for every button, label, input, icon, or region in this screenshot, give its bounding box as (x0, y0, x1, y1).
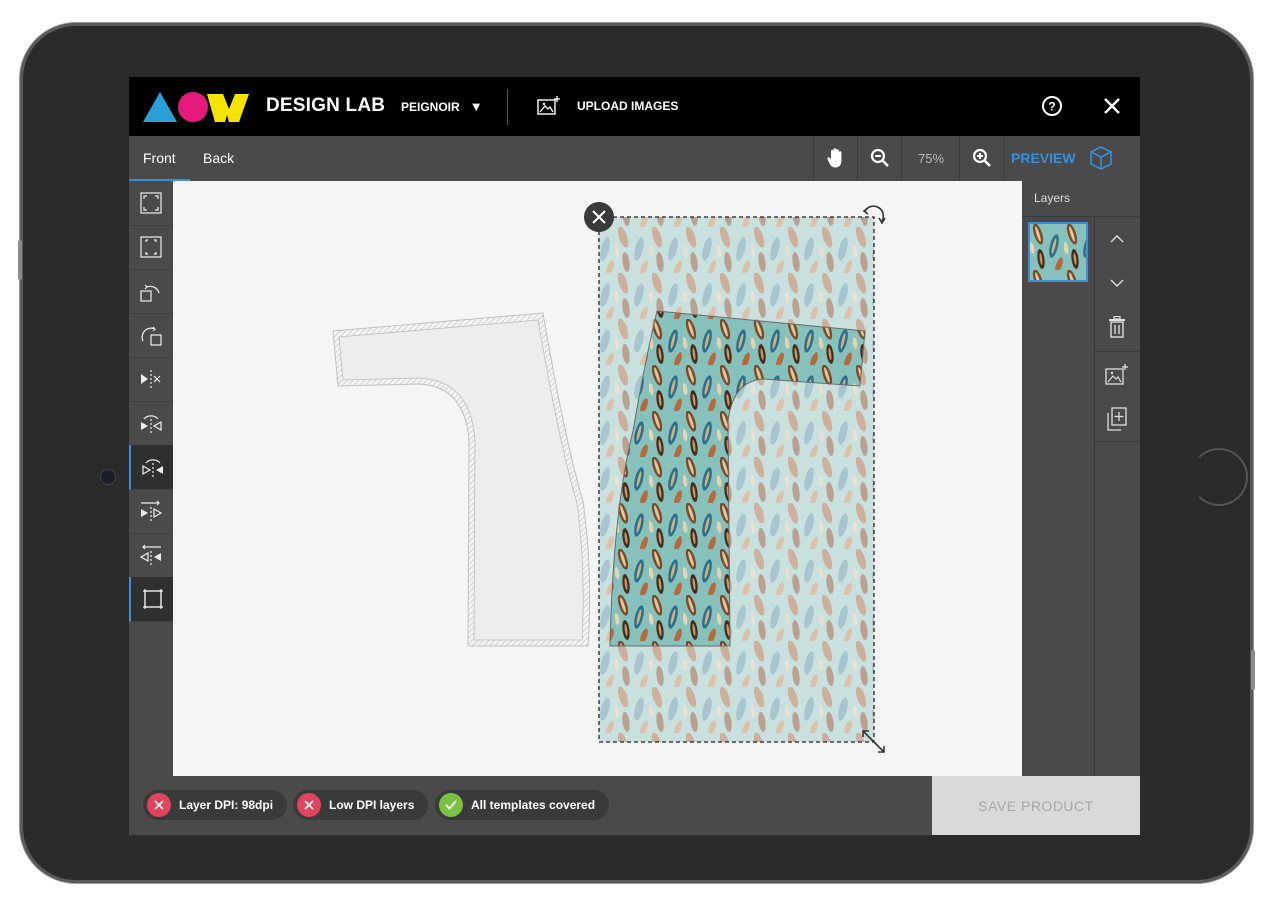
flip-horizontal-button[interactable] (129, 357, 173, 402)
layers-panel: Layers (1022, 181, 1140, 776)
rotate-left-button[interactable] (129, 269, 173, 314)
divider (507, 89, 508, 125)
add-image-icon (537, 96, 560, 115)
fit-height-icon (140, 236, 162, 258)
status-low-dpi-layers: Low DPI layers (293, 790, 429, 820)
close-icon[interactable] (1101, 95, 1123, 117)
align-left-icon (139, 544, 161, 565)
fit-width-button[interactable] (129, 181, 173, 226)
cube-icon (1089, 146, 1112, 170)
zoom-in-button[interactable] (959, 136, 1005, 180)
crop-frame-button[interactable] (129, 577, 175, 622)
mirror-rotate-alt-icon (142, 459, 163, 477)
status-layer-dpi: Layer DPI: 98dpi (143, 790, 288, 820)
save-product-button[interactable]: SAVE PRODUCT (932, 776, 1140, 835)
pan-button[interactable] (813, 136, 858, 180)
status-label: Layer DPI: 98dpi (179, 798, 274, 812)
canvas-artwork (332, 202, 886, 753)
upload-images-button[interactable]: UPLOAD IMAGES (537, 96, 678, 116)
status-label: Low DPI layers (329, 798, 415, 812)
delete-layer-button[interactable] (1094, 305, 1140, 349)
duplicate-layer-button[interactable] (1094, 397, 1140, 441)
caret-down-icon: ▼ (469, 99, 483, 114)
status-bar: Layer DPI: 98dpi Low DPI layers All temp… (129, 776, 1140, 835)
divider (1094, 441, 1140, 442)
mirror-rotate-icon (141, 415, 162, 433)
tab-front[interactable]: Front (129, 136, 190, 181)
left-toolbar (129, 181, 175, 776)
top-bar: DESIGN LAB PEIGNOIR ▼ UPLOAD IMAGES ? (129, 77, 1140, 136)
layer-thumbnail[interactable] (1028, 222, 1088, 282)
side-button (1251, 650, 1255, 690)
tab-back[interactable]: Back (189, 136, 248, 179)
add-image-icon (1105, 364, 1128, 385)
zoom-in-icon (972, 148, 991, 167)
zoom-out-button[interactable] (857, 136, 902, 180)
add-image-layer-button[interactable] (1094, 353, 1140, 397)
volume-button (18, 240, 22, 280)
status-templates-covered: All templates covered (435, 790, 610, 820)
error-x-icon (297, 793, 321, 817)
status-label: All templates covered (471, 798, 596, 812)
zoom-level: 75% (901, 136, 960, 180)
design-canvas[interactable] (173, 181, 1022, 776)
rotate-left-icon (140, 284, 160, 302)
rotate-right-icon (141, 326, 162, 346)
chevron-down-icon (1110, 279, 1124, 287)
svg-text:?: ? (1048, 100, 1055, 114)
align-right-icon (141, 500, 163, 521)
product-select-label: PEIGNOIR (401, 99, 460, 114)
fit-height-button[interactable] (129, 225, 173, 270)
align-left-button[interactable] (129, 533, 173, 578)
check-icon (439, 793, 463, 817)
error-x-icon (147, 793, 171, 817)
duplicate-icon (1107, 407, 1127, 431)
hand-icon (827, 148, 842, 168)
layer-down-button[interactable] (1094, 261, 1140, 305)
product-select[interactable]: PEIGNOIR ▼ (401, 99, 483, 114)
preview-label: PREVIEW (1011, 150, 1076, 166)
trash-icon (1109, 316, 1125, 338)
upload-images-label: UPLOAD IMAGES (577, 99, 679, 113)
mirror-rotate-alt-button[interactable] (129, 445, 175, 490)
flip-horizontal-icon (141, 370, 161, 388)
chevron-up-icon (1110, 235, 1124, 243)
mirror-rotate-button[interactable] (129, 401, 173, 446)
camera-dot (100, 469, 116, 485)
divider (1094, 351, 1140, 352)
layer-up-button[interactable] (1094, 217, 1140, 261)
app-screen: DESIGN LAB PEIGNOIR ▼ UPLOAD IMAGES ? Fr… (129, 77, 1140, 835)
preview-button[interactable]: PREVIEW (1011, 136, 1114, 180)
layers-title: Layers (1034, 191, 1071, 205)
brand-logo (143, 92, 249, 122)
crop-frame-icon (143, 589, 163, 609)
app-title: DESIGN LAB (266, 95, 386, 116)
zoom-level-value: 75% (917, 150, 945, 166)
zoom-out-icon (870, 148, 889, 167)
view-toolbar: Front Back 75% PREVIEW (129, 136, 1140, 182)
fit-width-icon (140, 192, 162, 214)
home-button (1190, 448, 1248, 506)
delete-layer-handle (584, 202, 614, 232)
layer-thumbnail-image (1030, 224, 1086, 280)
help-icon[interactable]: ? (1041, 95, 1063, 117)
rotate-right-button[interactable] (129, 313, 173, 358)
align-right-button[interactable] (129, 489, 173, 534)
